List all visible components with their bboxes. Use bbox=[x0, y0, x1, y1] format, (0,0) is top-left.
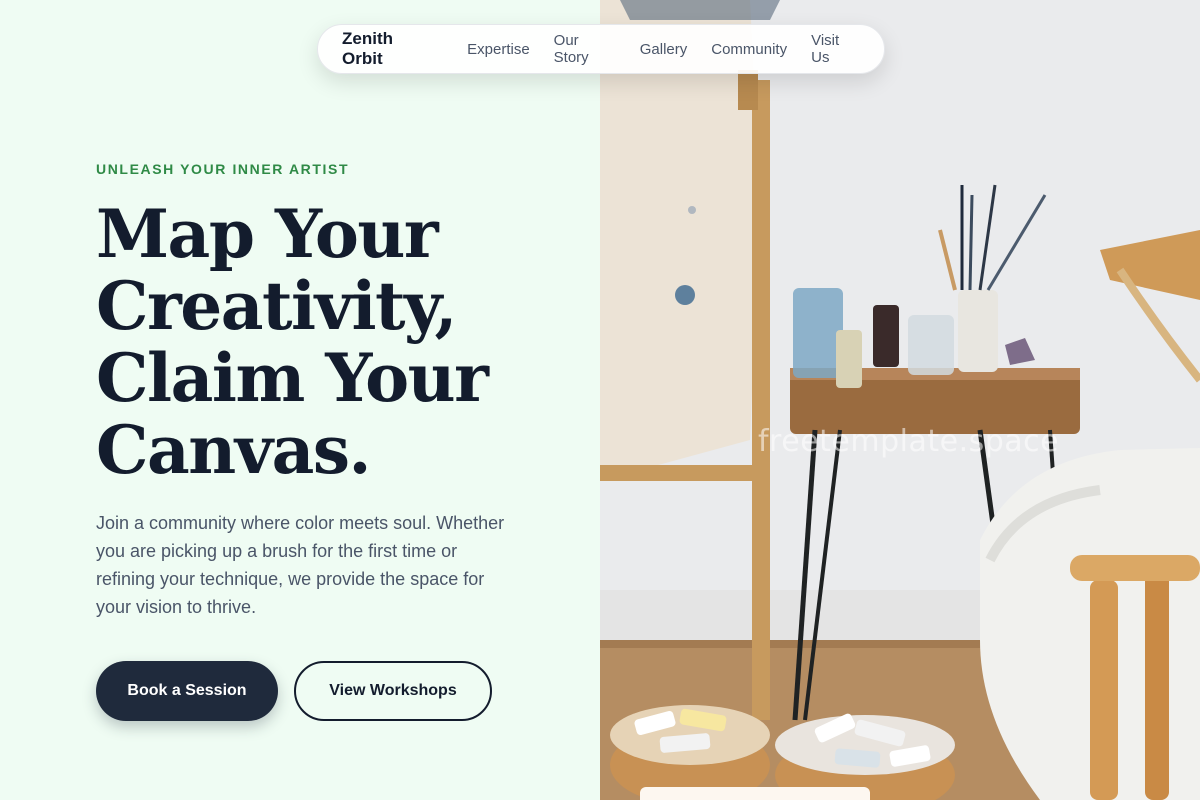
floating-card-edge bbox=[640, 787, 870, 800]
headline-line: Map Your bbox=[96, 195, 439, 273]
headline-line: Claim Your bbox=[96, 339, 489, 417]
nav-link-expertise[interactable]: Expertise bbox=[467, 41, 530, 58]
brand-logo[interactable]: Zenith Orbit bbox=[342, 29, 435, 69]
hero-content: UNLEASH YOUR INNER ARTIST Map Your Creat… bbox=[0, 0, 600, 800]
nav-link-gallery[interactable]: Gallery bbox=[640, 41, 688, 58]
book-session-button[interactable]: Book a Session bbox=[96, 661, 278, 721]
hero-lead-text: Join a community where color meets soul.… bbox=[96, 513, 505, 617]
hero-eyebrow: UNLEASH YOUR INNER ARTIST bbox=[96, 161, 350, 177]
hero-image-studio: freetemplate.space bbox=[600, 0, 1200, 800]
nav-link-community[interactable]: Community bbox=[711, 41, 787, 58]
view-workshops-button[interactable]: View Workshops bbox=[294, 661, 492, 721]
top-navigation: Zenith Orbit Expertise Our Story Gallery… bbox=[317, 24, 885, 74]
hero-headline: Map Your Creativity, Claim Your Canvas. bbox=[96, 198, 576, 486]
image-watermark: freetemplate.space bbox=[758, 424, 1060, 459]
studio-illustration bbox=[600, 0, 1200, 800]
headline-line: Creativity, bbox=[96, 267, 458, 345]
headline-line: Canvas. bbox=[96, 411, 372, 489]
nav-link-our-story[interactable]: Our Story bbox=[554, 32, 616, 66]
nav-link-visit-us[interactable]: Visit Us bbox=[811, 32, 860, 66]
